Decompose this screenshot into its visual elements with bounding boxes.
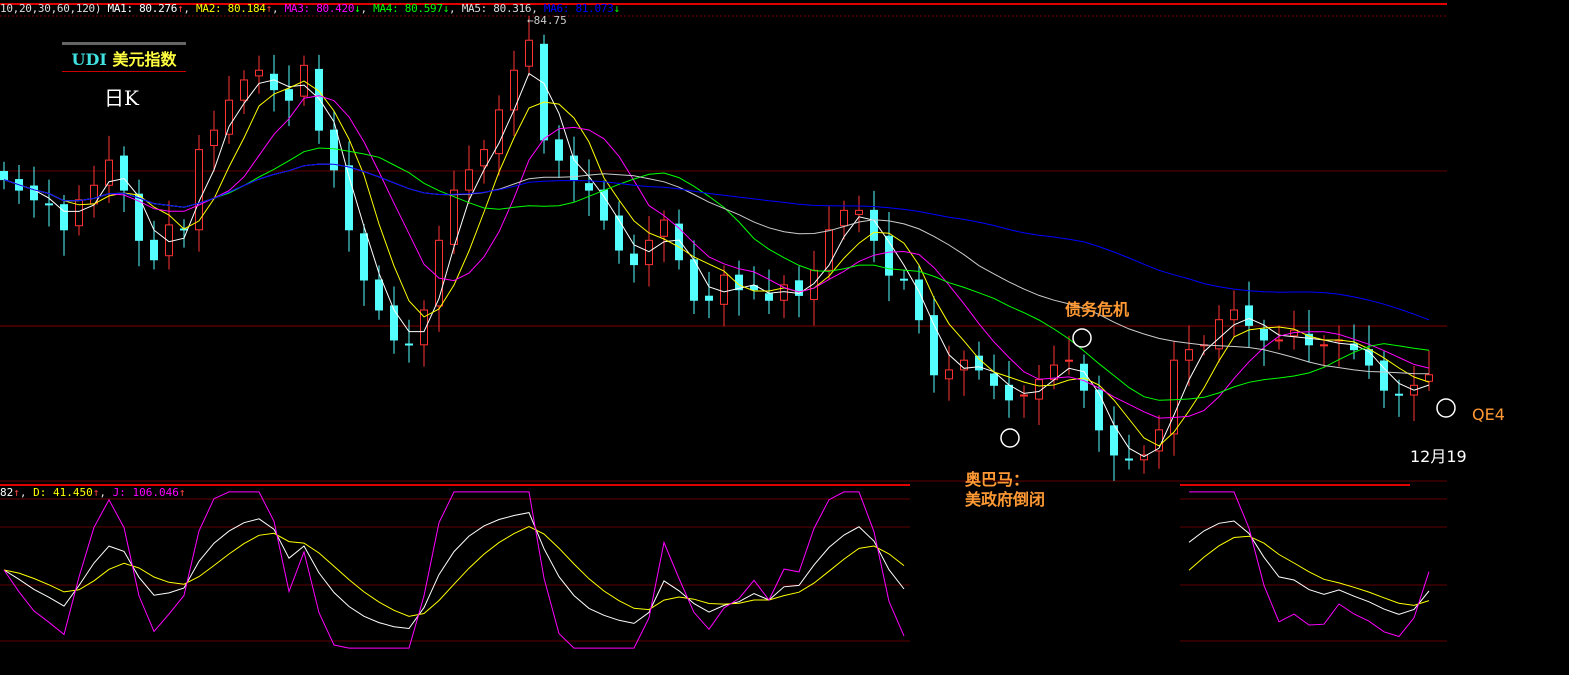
- candle-down: [270, 73, 278, 91]
- legend-item: D: 41.450: [33, 486, 93, 499]
- peak-label: ←84.75: [527, 14, 567, 27]
- candle-down: [900, 278, 908, 281]
- legend-item: MA5: 80.316: [461, 2, 532, 15]
- candle-up: [720, 274, 728, 305]
- candle-down: [540, 43, 548, 141]
- candle-down: [585, 183, 593, 191]
- candle-up: [1185, 349, 1193, 361]
- candle-down: [1260, 328, 1268, 341]
- candle-up: [1275, 339, 1283, 342]
- candlestick-chart: [0, 3, 1456, 649]
- candle-down: [765, 293, 773, 301]
- candle-down: [1080, 363, 1088, 391]
- index-name: 美元指数: [112, 50, 177, 69]
- candle-up: [945, 369, 953, 380]
- candle-down: [285, 89, 293, 101]
- period-label: 日K: [104, 86, 139, 110]
- candle-down: [315, 68, 323, 131]
- candle-down: [405, 343, 413, 346]
- candle-up: [465, 169, 473, 191]
- candle-up: [1170, 359, 1178, 435]
- candle-down: [45, 203, 53, 206]
- candle-down: [630, 253, 638, 266]
- candle-down: [1395, 393, 1403, 396]
- arrow-up-icon: ↑: [177, 2, 184, 15]
- candle-down: [705, 295, 713, 301]
- annotation-date: 12月19: [1410, 447, 1467, 466]
- kdj-k-line: [1188, 520, 1430, 615]
- candle-down: [0, 170, 8, 181]
- candle-down: [150, 239, 158, 261]
- candle-up: [1020, 394, 1028, 397]
- candle-down: [360, 233, 368, 281]
- candle-down: [615, 215, 623, 251]
- peak-value: 84.75: [533, 14, 567, 27]
- legend-item: 82: [0, 486, 14, 499]
- candle-up: [225, 99, 233, 135]
- candle-down: [1110, 425, 1118, 456]
- arrow-up-icon: ↑: [178, 486, 186, 499]
- arrow-up-icon: ↑: [13, 486, 20, 499]
- candle-up: [1065, 359, 1073, 362]
- candle-down: [390, 305, 398, 341]
- candle-down: [120, 155, 128, 191]
- candle-down: [1005, 384, 1013, 401]
- candle-down: [30, 185, 38, 201]
- arrow-down-icon: ↓: [613, 2, 620, 15]
- candle-up: [525, 39, 533, 67]
- annotation-debt-crisis: 债务危机: [1065, 300, 1130, 319]
- legend-prefix: 10,20,30,60,120): [0, 2, 102, 15]
- candle-down: [990, 373, 998, 386]
- kdj-d-line: [3, 526, 905, 617]
- candle-down: [675, 223, 683, 261]
- candle-down: [690, 259, 698, 301]
- legend-item: J: 106.046: [112, 486, 179, 499]
- candle-up: [645, 239, 653, 266]
- candle-up: [840, 209, 848, 227]
- candle-down: [870, 209, 878, 241]
- ma-line-4: [3, 147, 1430, 401]
- candle-down: [915, 279, 923, 321]
- candle-up: [1320, 344, 1328, 347]
- arrow-down-icon: ↓: [442, 2, 450, 15]
- kdj-j-line: [1189, 491, 1430, 638]
- candle-up: [480, 149, 488, 167]
- candle-up: [255, 69, 263, 77]
- legend-item: MA1: 80.276: [107, 2, 178, 15]
- annotation-circle: [1000, 428, 1020, 448]
- index-code: UDI: [71, 50, 107, 69]
- candle-up: [240, 79, 248, 101]
- kdj-j-line: [3, 491, 905, 649]
- kdj-k-line: [3, 512, 905, 630]
- candle-up: [450, 189, 458, 245]
- annotation-qe4: QE4: [1472, 405, 1505, 424]
- candle-up: [435, 239, 443, 307]
- legend-item: MA3: 80.420: [284, 2, 355, 15]
- candle-up: [855, 209, 863, 215]
- candle-down: [1095, 389, 1103, 431]
- candle-down: [60, 204, 68, 231]
- candle-up: [1425, 374, 1433, 382]
- ma-line-6: [3, 163, 1430, 321]
- arrow-up-icon: ↑: [265, 2, 273, 15]
- candle-down: [375, 279, 383, 311]
- annotation-circle: [1436, 398, 1456, 418]
- candle-up: [1215, 319, 1223, 350]
- kdj-legend: 82↑, D: 41.450↑, J: 106.046↑: [0, 486, 186, 499]
- arrow-down-icon: ↓: [354, 2, 361, 15]
- chart-title: UDI 美元指数: [62, 42, 186, 72]
- legend-item: MA4: 80.597: [373, 2, 443, 15]
- candle-up: [210, 129, 218, 147]
- arrow-up-icon: ↑: [92, 486, 100, 499]
- annotation-circle: [1072, 328, 1092, 348]
- kdj-d-line: [1188, 535, 1430, 606]
- candle-down: [555, 139, 563, 161]
- candle-down: [1245, 305, 1253, 326]
- candle-up: [660, 219, 668, 237]
- candle-up: [1230, 309, 1238, 321]
- candle-down: [600, 189, 608, 221]
- legend-item: MA2: 80.184: [196, 2, 266, 15]
- annotation-shutdown: 美政府倒闭: [965, 490, 1046, 509]
- candle-down: [1125, 458, 1133, 461]
